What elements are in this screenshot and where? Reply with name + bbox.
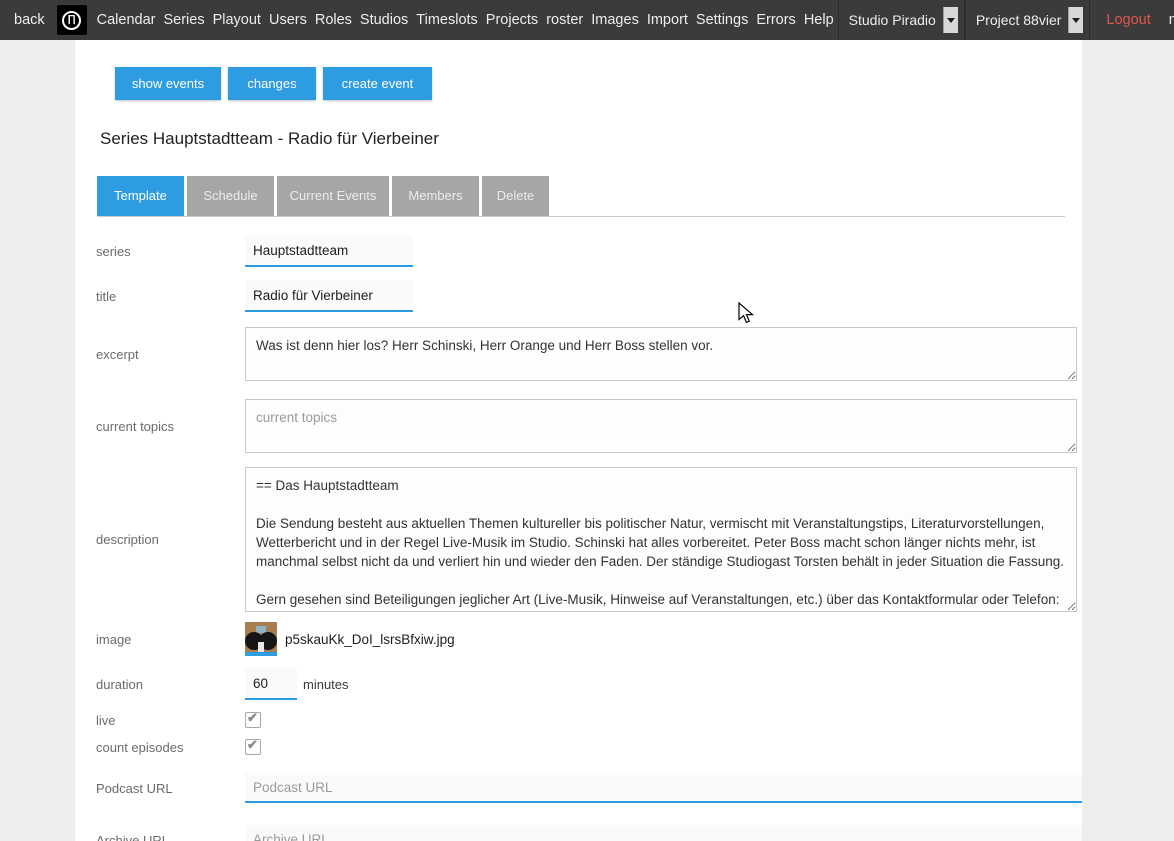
- title-label: title: [96, 289, 245, 304]
- nav-item-roles[interactable]: Roles: [311, 12, 356, 28]
- top-nav: back ∏ Calendar Series Playout Users Rol…: [0, 0, 1174, 40]
- form-row-podcast-url: Podcast URL: [96, 773, 1082, 803]
- description-label: description: [96, 532, 245, 547]
- logout-link[interactable]: Logout: [1102, 12, 1154, 28]
- nav-item-calendar[interactable]: Calendar: [93, 12, 160, 28]
- nav-item-import[interactable]: Import: [643, 12, 692, 28]
- template-form: series title excerpt Was ist denn hier l…: [75, 235, 1082, 841]
- form-row-series: series: [96, 235, 1082, 267]
- excerpt-textarea[interactable]: Was ist denn hier los? Herr Schinski, He…: [245, 327, 1077, 381]
- username-label: milan: [1169, 12, 1174, 28]
- nav-item-timeslots[interactable]: Timeslots: [412, 12, 482, 28]
- nav-item-errors[interactable]: Errors: [752, 12, 799, 28]
- current-topics-label: current topics: [96, 419, 245, 434]
- form-row-duration: duration minutes: [96, 668, 1082, 700]
- nav-item-studios[interactable]: Studios: [356, 12, 412, 28]
- pi-glyph: ∏: [62, 11, 81, 30]
- duration-input[interactable]: [245, 668, 297, 700]
- create-event-button[interactable]: create event: [323, 67, 432, 100]
- form-row-archive-url: Archive URL: [96, 825, 1082, 841]
- duration-label: duration: [96, 677, 245, 692]
- page-title: Series Hauptstadtteam - Radio für Vierbe…: [100, 129, 1082, 149]
- form-row-description: description == Das Hauptstadtteam Die Se…: [96, 467, 1082, 612]
- piradio-logo-icon[interactable]: ∏: [57, 5, 87, 35]
- nav-item-series[interactable]: Series: [159, 12, 208, 28]
- nav-item-images[interactable]: Images: [587, 12, 643, 28]
- form-row-count-episodes: count episodes: [96, 739, 1082, 755]
- live-checkbox[interactable]: [245, 712, 261, 728]
- tab-current-events[interactable]: Current Events: [277, 176, 389, 216]
- project-select-value: Project 88vier: [976, 12, 1062, 28]
- count-episodes-checkbox[interactable]: [245, 739, 261, 755]
- nav-item-playout[interactable]: Playout: [209, 12, 265, 28]
- count-episodes-label: count episodes: [96, 740, 245, 755]
- nav-item-help[interactable]: Help: [800, 12, 838, 28]
- tab-schedule[interactable]: Schedule: [187, 176, 274, 216]
- archive-url-label: Archive URL: [96, 833, 245, 841]
- form-row-title: title: [96, 280, 1082, 312]
- current-topics-textarea[interactable]: [245, 399, 1077, 453]
- tab-members[interactable]: Members: [392, 176, 479, 216]
- back-link[interactable]: back: [10, 12, 49, 28]
- studio-select-value: Studio Piradio: [849, 12, 936, 28]
- project-select[interactable]: Project 88vier: [965, 0, 1091, 40]
- archive-url-input[interactable]: [245, 825, 1082, 841]
- nav-item-roster[interactable]: roster: [542, 12, 587, 28]
- chevron-down-icon[interactable]: [943, 7, 958, 33]
- toolbar: show events changes create event: [115, 40, 1082, 100]
- podcast-url-label: Podcast URL: [96, 781, 245, 796]
- chevron-down-icon[interactable]: [1068, 7, 1083, 33]
- image-label: image: [96, 632, 245, 647]
- tab-bar: Template Schedule Current Events Members…: [97, 176, 1065, 217]
- nav-item-users[interactable]: Users: [265, 12, 311, 28]
- nav-item-settings[interactable]: Settings: [692, 12, 752, 28]
- form-row-excerpt: excerpt Was ist denn hier los? Herr Schi…: [96, 327, 1082, 381]
- excerpt-label: excerpt: [96, 347, 245, 362]
- nav-item-projects[interactable]: Projects: [482, 12, 542, 28]
- tab-template[interactable]: Template: [97, 176, 184, 216]
- series-image-thumbnail[interactable]: [245, 622, 277, 656]
- tab-delete[interactable]: Delete: [482, 176, 549, 216]
- content-area: show events changes create event Series …: [75, 40, 1082, 841]
- image-filename: p5skauKk_DoI_lsrsBfxiw.jpg: [285, 632, 455, 647]
- form-row-live: live: [96, 712, 1082, 728]
- podcast-url-input[interactable]: [245, 773, 1082, 803]
- studio-select[interactable]: Studio Piradio: [838, 0, 965, 40]
- changes-button[interactable]: changes: [228, 67, 316, 100]
- nav-right-group: Studio Piradio Project 88vier Logout mil…: [838, 0, 1174, 40]
- series-label: series: [96, 244, 245, 259]
- form-row-image: image p5skauKk_DoI_lsrsBfxiw.jpg: [96, 622, 1082, 656]
- form-row-current-topics: current topics: [96, 399, 1082, 453]
- duration-unit-label: minutes: [303, 677, 349, 692]
- live-label: live: [96, 713, 245, 728]
- description-textarea[interactable]: == Das Hauptstadtteam Die Sendung besteh…: [245, 467, 1077, 612]
- series-input[interactable]: [245, 235, 413, 267]
- title-input[interactable]: [245, 280, 413, 312]
- show-events-button[interactable]: show events: [115, 67, 221, 100]
